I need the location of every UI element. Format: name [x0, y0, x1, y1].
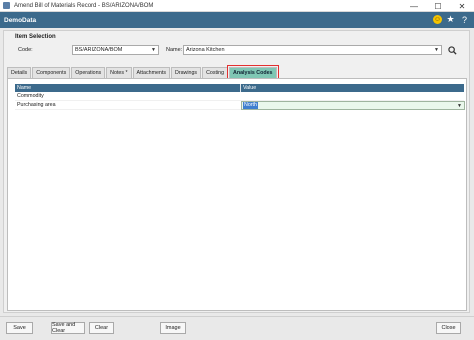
- main-panel: Item Selection Code: BS/ARIZONA/BOM ▼ Na…: [3, 30, 470, 313]
- tab-components[interactable]: Components: [32, 67, 71, 78]
- company-name: DemoData: [4, 16, 37, 24]
- footer-bar: Save Save and Clear Clear Image Close: [0, 316, 474, 340]
- tab-costing[interactable]: Costing: [202, 67, 229, 78]
- close-button[interactable]: Close: [436, 322, 461, 334]
- tab-drawings[interactable]: Drawings: [171, 67, 202, 78]
- code-select[interactable]: BS/ARIZONA/BOM ▼: [72, 45, 159, 55]
- analysis-codes-grid: Name Value Commodity Purchasing area Nor…: [15, 84, 465, 110]
- image-button[interactable]: Image: [160, 322, 186, 334]
- tab-notes[interactable]: Notes *: [106, 67, 132, 78]
- window-titlebar: Amend Bill of Materials Record - BS/ARIZ…: [0, 0, 474, 12]
- save-and-clear-button[interactable]: Save and Clear: [51, 322, 85, 334]
- name-value: Arizona Kitchen: [186, 47, 225, 53]
- save-button[interactable]: Save: [6, 322, 33, 334]
- help-icon[interactable]: ?: [459, 14, 470, 25]
- tab-analysis-codes[interactable]: Analysis Codes: [227, 65, 279, 80]
- window-title: Amend Bill of Materials Record - BS/ARIZ…: [14, 2, 154, 9]
- analysis-codes-panel: Name Value Commodity Purchasing area Nor…: [7, 78, 467, 311]
- table-row[interactable]: Commodity: [15, 92, 464, 101]
- column-header-name[interactable]: Name: [15, 84, 241, 92]
- code-label: Code:: [18, 47, 33, 53]
- search-button[interactable]: [447, 45, 457, 55]
- tab-details[interactable]: Details: [7, 67, 32, 78]
- close-window-button[interactable]: ✕: [450, 0, 474, 12]
- maximize-button[interactable]: ☐: [426, 0, 450, 12]
- code-value: BS/ARIZONA/BOM: [75, 47, 123, 53]
- row-value[interactable]: [241, 92, 464, 100]
- grid-header: Name Value: [15, 84, 464, 92]
- column-header-value[interactable]: Value: [241, 84, 464, 92]
- smiley-icon[interactable]: ☺: [433, 15, 442, 24]
- search-icon: [447, 45, 457, 55]
- clear-button[interactable]: Clear: [89, 322, 114, 334]
- table-row[interactable]: Purchasing area North ▼: [15, 101, 465, 110]
- tab-bar: Details Components Operations Notes * At…: [7, 65, 279, 80]
- chevron-down-icon: ▼: [151, 47, 156, 53]
- tab-operations[interactable]: Operations: [71, 67, 106, 78]
- row-name: Purchasing area: [17, 102, 56, 108]
- star-icon[interactable]: ★: [445, 14, 456, 25]
- name-select[interactable]: Arizona Kitchen ▼: [183, 45, 442, 55]
- purchasing-area-select[interactable]: North ▼: [241, 101, 465, 110]
- chevron-down-icon: ▼: [434, 47, 439, 53]
- company-header: DemoData ☺ ★ ?: [0, 12, 474, 28]
- row-value-cell: North ▼: [241, 101, 465, 110]
- window-controls: — ☐ ✕: [402, 0, 474, 12]
- chevron-down-icon: ▼: [457, 103, 462, 109]
- purchasing-area-value: North: [243, 102, 258, 109]
- tab-attachments[interactable]: Attachments: [132, 67, 170, 78]
- item-selection-title: Item Selection: [15, 34, 56, 40]
- minimize-button[interactable]: —: [402, 0, 426, 12]
- name-label: Name:: [166, 47, 183, 53]
- app-icon: [3, 2, 10, 9]
- row-name: Commodity: [17, 93, 44, 99]
